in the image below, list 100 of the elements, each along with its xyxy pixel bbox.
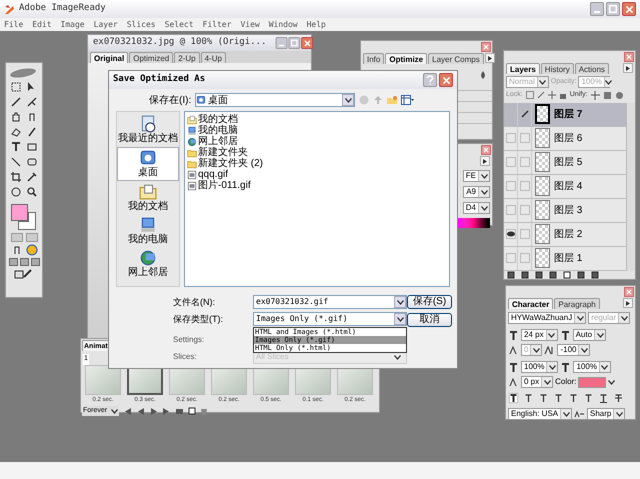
color-swatch[interactable]: [578, 376, 606, 388]
visibility-toggle[interactable]: [506, 205, 516, 215]
panel-tab[interactable]: History: [540, 63, 574, 74]
unify-position-icon[interactable]: [590, 90, 600, 100]
panel-tab[interactable]: 2-Up: [174, 52, 200, 63]
layer-row[interactable]: 图层 5: [504, 150, 626, 174]
close-button[interactable]: [481, 145, 491, 155]
menu-item[interactable]: Layer: [94, 18, 118, 30]
layer-row[interactable]: 图层 7: [504, 102, 626, 126]
dropdown[interactable]: D4: [462, 202, 490, 214]
view-menu-icon[interactable]: [401, 95, 414, 105]
panel-tab[interactable]: Info: [363, 53, 384, 64]
visibility-toggle[interactable]: [506, 133, 516, 143]
panel-menu-button[interactable]: [623, 298, 633, 308]
list-entry[interactable]: qqq.gif: [187, 169, 228, 180]
list-entry[interactable]: 图片-011.gif: [187, 180, 251, 191]
eraser-icon[interactable]: [10, 126, 22, 138]
crop-icon[interactable]: [10, 171, 22, 183]
scrollbar[interactable]: [626, 102, 635, 270]
unify-visibility-icon[interactable]: [602, 90, 612, 100]
dropdown[interactable]: 100%: [521, 361, 558, 373]
lock-icon[interactable]: [558, 91, 567, 100]
line-icon[interactable]: [10, 156, 22, 168]
layer-row[interactable]: 图层 6: [504, 126, 626, 150]
eyedropper-icon[interactable]: [26, 171, 38, 183]
first-frame-icon[interactable]: [123, 408, 132, 414]
unify-style-icon[interactable]: [614, 90, 624, 100]
layer-name[interactable]: 图层 5: [554, 154, 582, 170]
close-button[interactable]: [624, 287, 634, 297]
foreground-color-swatch[interactable]: [11, 204, 28, 221]
panel-tab[interactable]: Layers: [506, 63, 540, 74]
list-entry[interactable]: 我的文档: [187, 114, 238, 125]
marquee-icon[interactable]: [10, 81, 22, 93]
places-item[interactable]: 桌面: [117, 147, 179, 181]
close-button[interactable]: [481, 42, 491, 52]
help-button[interactable]: [423, 73, 437, 87]
layer-name[interactable]: 图层 2: [554, 226, 582, 242]
panel-tab[interactable]: Original: [90, 52, 128, 63]
tween-icon[interactable]: [175, 408, 184, 414]
link-toggle[interactable]: [520, 253, 530, 263]
list-entry[interactable]: 新建文件夹: [187, 147, 248, 158]
dropdown[interactable]: FE: [462, 170, 490, 182]
menu-item[interactable]: Select: [164, 18, 194, 30]
rectangle-icon[interactable]: [26, 141, 38, 153]
places-item[interactable]: 我的电脑: [117, 215, 179, 247]
menu-item[interactable]: Filter: [202, 18, 232, 30]
move-icon[interactable]: [548, 91, 556, 100]
minimize-button[interactable]: [590, 2, 604, 16]
layer-row[interactable]: 图层 4: [504, 174, 626, 198]
filename-field[interactable]: ex070321032.gif: [253, 295, 407, 309]
anti-aliasing-dropdown[interactable]: Sharp: [587, 408, 626, 420]
list-entry[interactable]: 我的电脑: [187, 125, 238, 136]
zoom-icon[interactable]: [26, 186, 38, 198]
dropdown[interactable]: Auto: [572, 329, 606, 341]
menu-item[interactable]: Window: [268, 18, 298, 30]
layer-name[interactable]: 图层 3: [554, 202, 582, 218]
maximize-button[interactable]: [288, 37, 301, 49]
panel-tab[interactable]: Character: [508, 298, 554, 309]
play-icon[interactable]: [149, 408, 158, 414]
panel-tab[interactable]: Actions: [574, 63, 609, 74]
menu-item[interactable]: Edit: [32, 18, 52, 30]
layer-row[interactable]: 图层 2: [504, 222, 626, 246]
font-dropdown[interactable]: HYWaWaZhuanJ: [508, 312, 586, 324]
dropdown[interactable]: 0 px: [521, 376, 554, 388]
link-toggle[interactable]: [520, 181, 530, 191]
text-tool-icon[interactable]: [10, 141, 22, 153]
background-color-swatch[interactable]: [18, 212, 36, 230]
new-frame-icon[interactable]: [188, 407, 196, 415]
panel-tab[interactable]: Optimized: [129, 52, 174, 63]
language-dropdown[interactable]: English: USA: [508, 408, 572, 420]
dropdown[interactable]: 24 px: [521, 329, 558, 341]
cancel-button[interactable]: 取消: [407, 313, 452, 327]
strikethrough-icon[interactable]: [614, 393, 623, 403]
menu-item[interactable]: File: [4, 18, 24, 30]
save-button[interactable]: 保存(S): [407, 295, 452, 309]
visibility-toggle[interactable]: [506, 253, 516, 263]
link-toggle[interactable]: [520, 157, 530, 167]
maximize-button[interactable]: [606, 2, 620, 16]
menu-item[interactable]: Image: [60, 18, 85, 30]
panel-tab[interactable]: 4-Up: [200, 52, 226, 63]
panel-menu-button[interactable]: [480, 156, 490, 166]
droplet-icon[interactable]: [478, 70, 488, 80]
places-item[interactable]: 我最近的文档: [117, 114, 179, 146]
list-entry[interactable]: 新建文件夹 (2): [187, 158, 263, 169]
layer-name[interactable]: 图层 7: [554, 106, 582, 122]
layer-row[interactable]: 图层 3: [504, 198, 626, 222]
location-dropdown[interactable]: 桌面: [195, 93, 356, 107]
close-button[interactable]: [302, 37, 314, 49]
layer-name[interactable]: 图层 6: [554, 130, 582, 146]
link-toggle[interactable]: [520, 205, 530, 215]
panel-menu-button[interactable]: [484, 53, 495, 63]
rounded-rectangle-icon[interactable]: [26, 156, 38, 168]
places-item[interactable]: 网上邻居: [117, 248, 179, 280]
list-entry[interactable]: 网上邻居: [187, 136, 238, 147]
places-item[interactable]: 我的文档: [117, 182, 179, 214]
underline-icon[interactable]: [599, 393, 608, 403]
dropdown[interactable]: -100: [557, 344, 590, 356]
close-button[interactable]: [622, 2, 636, 16]
jump-to-icon[interactable]: [14, 268, 34, 280]
visibility-toggle[interactable]: [506, 229, 516, 239]
